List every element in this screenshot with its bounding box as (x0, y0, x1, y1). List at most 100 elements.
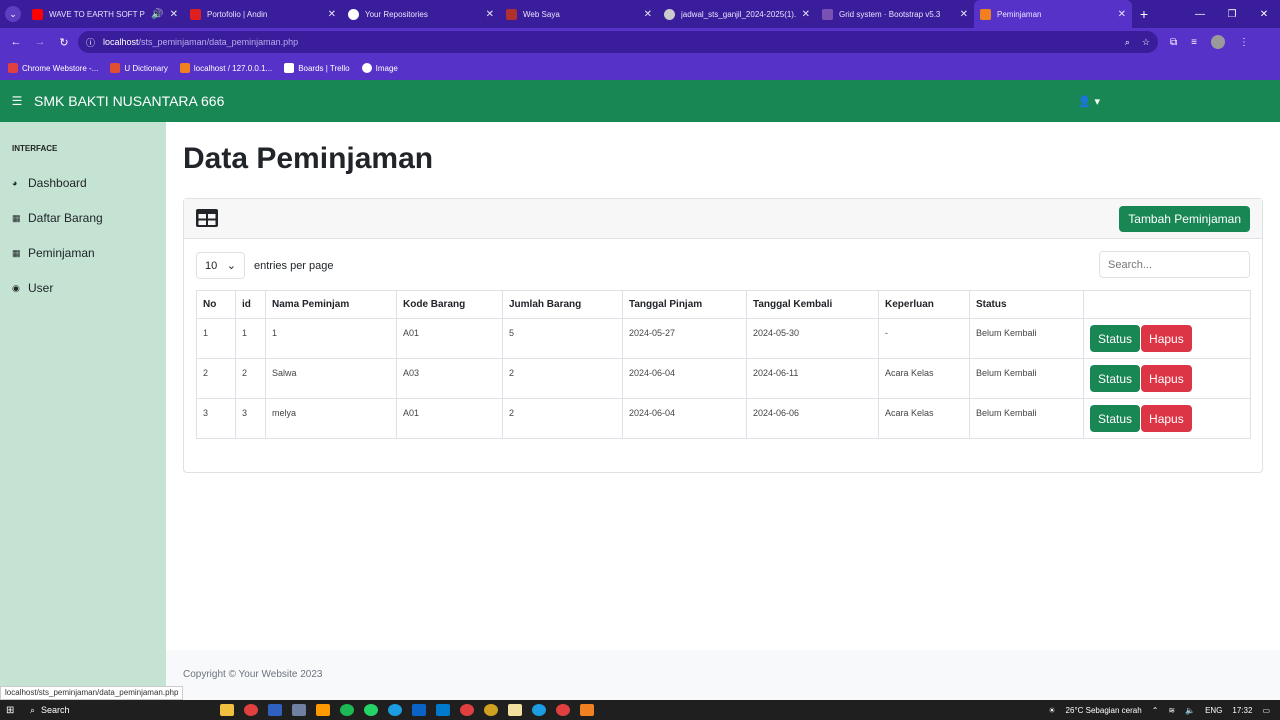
chrome-icon[interactable] (244, 704, 258, 716)
close-window-icon[interactable]: ✕ (1248, 0, 1280, 28)
weather-icon[interactable]: ☀ (1048, 706, 1055, 715)
chrome-icon[interactable] (556, 704, 570, 716)
wifi-icon[interactable]: ≋ (1168, 706, 1175, 715)
windows-start-icon[interactable]: ⊞ (6, 705, 20, 716)
add-peminjaman-button[interactable]: Tambah Peminjaman (1119, 206, 1250, 232)
youtube-icon (32, 8, 43, 20)
close-icon[interactable]: ✕ (1118, 9, 1126, 20)
column-header[interactable]: Tanggal Kembali (746, 290, 879, 319)
extensions-icon[interactable]: ⧉ (1170, 37, 1177, 48)
notes-icon[interactable] (508, 704, 522, 716)
delete-button[interactable]: Hapus (1141, 325, 1192, 352)
vscode-icon[interactable] (436, 704, 450, 716)
speaker-icon[interactable]: 🔊 (151, 9, 163, 20)
outlook-icon[interactable] (412, 704, 426, 716)
column-header[interactable]: Tanggal Pinjam (622, 290, 747, 319)
close-icon[interactable]: ✕ (644, 9, 652, 20)
close-icon[interactable]: ✕ (328, 9, 336, 20)
back-icon[interactable]: ← (6, 36, 26, 48)
close-icon[interactable]: ✕ (170, 9, 178, 20)
status-button[interactable]: Status (1090, 405, 1141, 432)
taskbar-search[interactable]: ⌕ Search (30, 705, 200, 716)
phpmyadmin-icon (179, 63, 190, 73)
sidebar-toggle-icon[interactable]: ☰ (0, 94, 34, 108)
browser-tab[interactable]: Grid system · Bootstrap v5.3 ✕ (816, 0, 974, 28)
column-header-actions (1083, 290, 1251, 319)
column-header[interactable]: Kode Barang (396, 290, 503, 319)
chrome-webstore-icon (8, 63, 18, 73)
search-input[interactable] (1099, 251, 1250, 278)
chrome-icon[interactable] (460, 704, 474, 716)
forward-icon[interactable]: → (30, 36, 50, 48)
entries-select[interactable]: 10 ⌄ (196, 252, 245, 279)
browser-tab-active[interactable]: Peminjaman ✕ (974, 0, 1132, 28)
bookmark-item[interactable]: U Dictionary (110, 63, 168, 73)
column-header[interactable]: Keperluan (878, 290, 970, 319)
sidebar-item-dashboard[interactable]: ◕ Dashboard (12, 176, 87, 190)
bookmark-item[interactable]: Chrome Webstore -... (8, 63, 98, 73)
xampp-icon[interactable] (580, 704, 594, 716)
browser-tab[interactable]: Your Repositories ✕ (342, 0, 500, 28)
table-icon: ▦ (12, 247, 21, 258)
site-info-icon[interactable]: ⓘ (86, 36, 95, 49)
bookmark-item[interactable]: localhost / 127.0.0.1... (179, 63, 272, 73)
column-header[interactable]: Status (969, 290, 1084, 319)
bookmarks-bar: Chrome Webstore -... U Dictionary localh… (0, 56, 1280, 80)
status-button[interactable]: Status (1090, 325, 1141, 352)
entries-per-page: 10 ⌄ entries per page (196, 252, 334, 279)
status-button[interactable]: Status (1090, 365, 1141, 392)
sidebar-item-daftar-barang[interactable]: ▦ Daftar Barang (12, 211, 103, 225)
app-icon[interactable] (532, 704, 546, 716)
close-icon[interactable]: ✕ (486, 9, 494, 20)
browser-tab[interactable]: jadwal_sts_ganjil_2024-2025(1). ✕ (658, 0, 816, 28)
tab-search-button[interactable]: ⌄ (0, 0, 26, 28)
column-header[interactable]: No (196, 290, 236, 319)
close-icon[interactable]: ✕ (802, 9, 810, 20)
whatsapp-icon[interactable] (364, 704, 378, 716)
bookmark-item[interactable]: Image (361, 63, 398, 73)
column-header[interactable]: Jumlah Barang (502, 290, 623, 319)
browser-tab[interactable]: Web Saya ✕ (500, 0, 658, 28)
user-menu-button[interactable]: 👤 ▾ (1078, 95, 1100, 108)
reload-icon[interactable]: ↻ (54, 36, 74, 49)
column-header[interactable]: Nama Peminjam (265, 290, 397, 319)
calculator-icon[interactable] (268, 704, 282, 716)
table-row: 2 2 Salwa A03 2 2024-06-04 2024-06-11 Ac… (196, 358, 1251, 399)
globe-icon (664, 8, 675, 20)
image-icon (361, 63, 372, 73)
row-actions: Status Hapus (1083, 318, 1251, 359)
bookmark-item[interactable]: Boards | Trello (284, 63, 350, 73)
edge-icon[interactable] (388, 704, 402, 716)
chrome-icon[interactable] (484, 704, 498, 716)
address-bar[interactable]: ⓘ localhost/sts_peminjaman/data_peminjam… (78, 31, 1158, 53)
media-icon[interactable]: ≡ (1191, 37, 1197, 48)
main-content: Data Peminjaman Tambah Peminjaman 10 ⌄ e… (166, 122, 1280, 700)
bookmark-star-icon[interactable]: ☆ (1142, 37, 1150, 48)
illustrator-icon[interactable] (316, 704, 330, 716)
chevron-up-icon[interactable]: ⌃ (1152, 706, 1159, 715)
minimize-icon[interactable]: — (1184, 0, 1216, 28)
site-icon (506, 8, 517, 20)
table-row: 3 3 melya A01 2 2024-06-04 2024-06-06 Ac… (196, 398, 1251, 439)
column-header[interactable]: id (235, 290, 266, 319)
new-tab-button[interactable]: + (1132, 0, 1156, 28)
page-title: Data Peminjaman (183, 142, 434, 175)
user-circle-icon: ◉ (12, 282, 20, 293)
notification-icon[interactable]: ▭ (1262, 706, 1270, 715)
close-icon[interactable]: ✕ (960, 9, 968, 20)
volume-icon[interactable]: 🔈 (1185, 706, 1195, 715)
delete-button[interactable]: Hapus (1141, 365, 1192, 392)
kebab-menu-icon[interactable]: ⋮ (1239, 37, 1249, 48)
profile-avatar[interactable] (1210, 35, 1225, 49)
spotify-icon[interactable] (340, 704, 354, 716)
browser-tab[interactable]: Portofolio | Andin ✕ (184, 0, 342, 28)
sidebar-item-user[interactable]: ◉ User (12, 281, 53, 295)
restore-icon[interactable]: ❐ (1216, 0, 1248, 28)
camera-icon[interactable] (292, 704, 306, 716)
browser-tab[interactable]: WAVE TO EARTH SOFT PLA 🔊 ✕ (26, 0, 184, 28)
zoom-icon[interactable]: ⌕ (1125, 37, 1130, 48)
file-explorer-icon[interactable] (220, 704, 234, 716)
delete-button[interactable]: Hapus (1141, 405, 1192, 432)
navbar-brand[interactable]: SMK BAKTI NUSANTARA 666 (34, 93, 224, 109)
sidebar-item-peminjaman[interactable]: ▦ Peminjaman (12, 246, 95, 260)
